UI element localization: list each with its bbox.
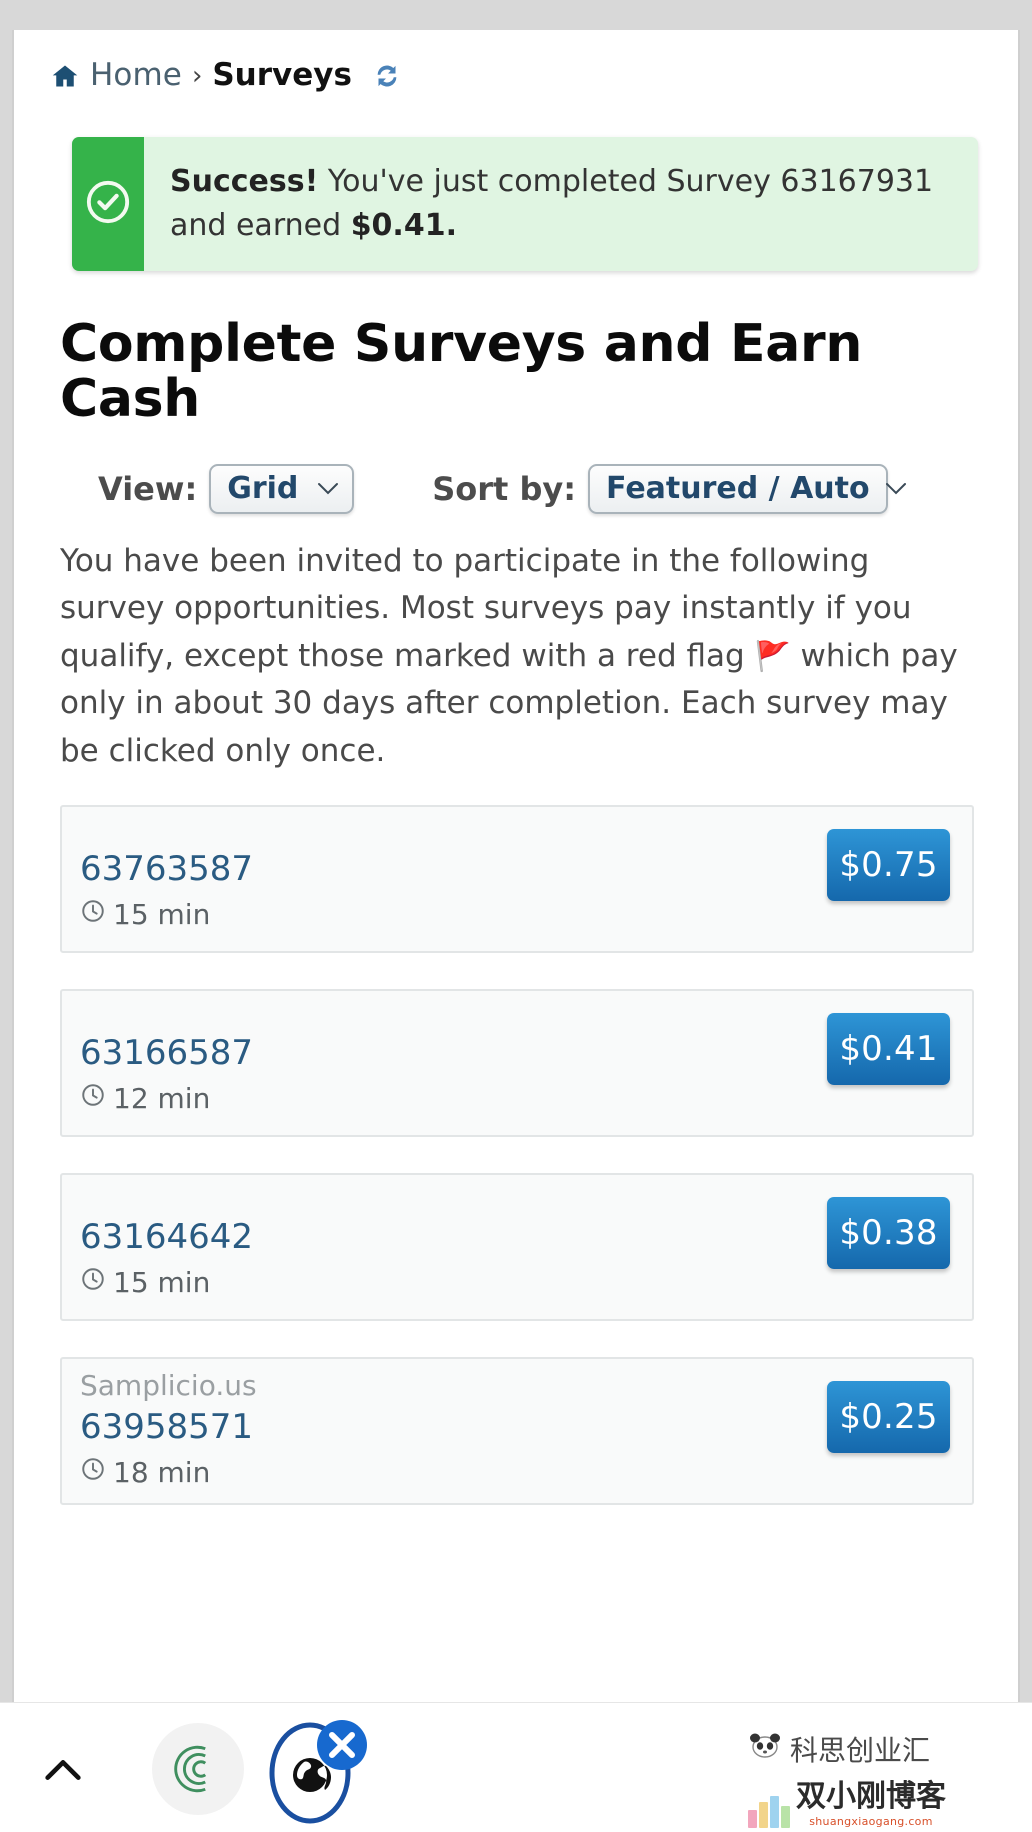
survey-price-button[interactable]: $0.75 (827, 828, 950, 901)
chevron-down-icon (884, 481, 908, 497)
survey-card[interactable]: 63164642 15 min $0.38 (60, 1172, 974, 1321)
survey-price-button[interactable]: $0.38 (827, 1196, 950, 1269)
check-circle-icon (85, 179, 131, 229)
survey-vendor: Samplicio.us (80, 1369, 257, 1403)
survey-duration: 15 min (80, 898, 253, 931)
breadcrumb-home-link[interactable]: Home (90, 60, 182, 91)
survey-duration-label: 18 min (113, 1455, 211, 1489)
survey-duration-label: 12 min (113, 1081, 211, 1115)
clock-icon (80, 1082, 106, 1115)
browser-bottom-bar: 科思创业汇 双小刚博客 shuangxiaogang.com (0, 1702, 1032, 1832)
alert-message: Success! You've just completed Survey 63… (144, 137, 978, 271)
survey-card[interactable]: Samplicio.us 63958571 18 min $0.25 (60, 1356, 974, 1505)
survey-duration: 15 min (80, 1266, 253, 1299)
survey-price-button[interactable]: $0.41 (827, 1012, 950, 1085)
globe-icon[interactable] (264, 1715, 368, 1825)
survey-duration: 18 min (80, 1456, 257, 1489)
alert-strong-text: Success! (170, 164, 319, 199)
list-controls: View: Grid Sort by: Featured / Auto (98, 463, 1018, 514)
survey-duration-label: 15 min (113, 1265, 211, 1299)
page-content: Home › Surveys Success! You've just comp… (12, 30, 1020, 1702)
survey-id[interactable]: 63164642 (80, 1216, 253, 1259)
panda-avatar-icon (748, 1733, 782, 1766)
clock-icon (80, 898, 106, 931)
watermark-account: 科思创业汇 (748, 1729, 1016, 1769)
spinner-icon (152, 1723, 244, 1815)
chevron-up-icon[interactable] (40, 1747, 86, 1793)
survey-id[interactable]: 63763587 (80, 848, 253, 891)
screen: Home › Surveys Success! You've just comp… (0, 0, 1032, 1832)
survey-duration: 12 min (80, 1082, 253, 1115)
survey-duration-label: 15 min (113, 897, 211, 931)
home-icon[interactable] (50, 62, 80, 90)
survey-id[interactable]: 63958571 (80, 1406, 257, 1449)
breadcrumb: Home › Surveys (14, 30, 1018, 91)
survey-card-info: 63763587 15 min (80, 848, 253, 931)
chevron-down-icon (316, 481, 340, 497)
page-title: Complete Surveys and Earn Cash (60, 313, 863, 430)
survey-card[interactable]: 63166587 12 min $0.41 (60, 988, 974, 1137)
sort-select-value: Featured / Auto (606, 471, 870, 507)
survey-card-info: 63164642 15 min (80, 1216, 253, 1299)
survey-id[interactable]: 63166587 (80, 1032, 253, 1075)
sort-select[interactable]: Featured / Auto (588, 463, 906, 514)
view-select-value: Grid (227, 471, 299, 507)
clock-icon (80, 1266, 106, 1299)
red-flag-icon: 🚩 (754, 638, 791, 673)
view-label: View: (98, 469, 198, 508)
clock-icon (80, 1456, 106, 1489)
sort-label: Sort by: (432, 469, 577, 508)
brand-bars-icon (748, 1794, 790, 1828)
survey-list: 63763587 15 min $0.75 63166587 12 min $0… (60, 804, 974, 1505)
survey-card-info: Samplicio.us 63958571 18 min (80, 1368, 257, 1489)
survey-price-button[interactable]: $0.25 (827, 1380, 950, 1453)
survey-card-info: 63166587 12 min (80, 1032, 253, 1115)
watermark-brand-name: 双小刚博客 (796, 1779, 946, 1814)
survey-card[interactable]: 63763587 15 min $0.75 (60, 804, 974, 953)
watermark-account-name: 科思创业汇 (790, 1734, 931, 1767)
success-alert: Success! You've just completed Survey 63… (72, 137, 978, 271)
watermark: 科思创业汇 双小刚博客 shuangxiaogang.com (748, 1729, 1016, 1828)
refresh-icon[interactable] (372, 61, 402, 91)
breadcrumb-separator: › (191, 60, 203, 91)
intro-paragraph: You have been invited to participate in … (60, 538, 976, 775)
watermark-brand-row: 双小刚博客 shuangxiaogang.com (748, 1771, 1016, 1828)
watermark-url: shuangxiaogang.com (809, 1815, 933, 1828)
alert-amount: $0.41. (350, 207, 457, 243)
breadcrumb-current: Surveys (212, 57, 352, 93)
view-select[interactable]: Grid (209, 463, 355, 514)
alert-accent-bar (72, 137, 144, 271)
